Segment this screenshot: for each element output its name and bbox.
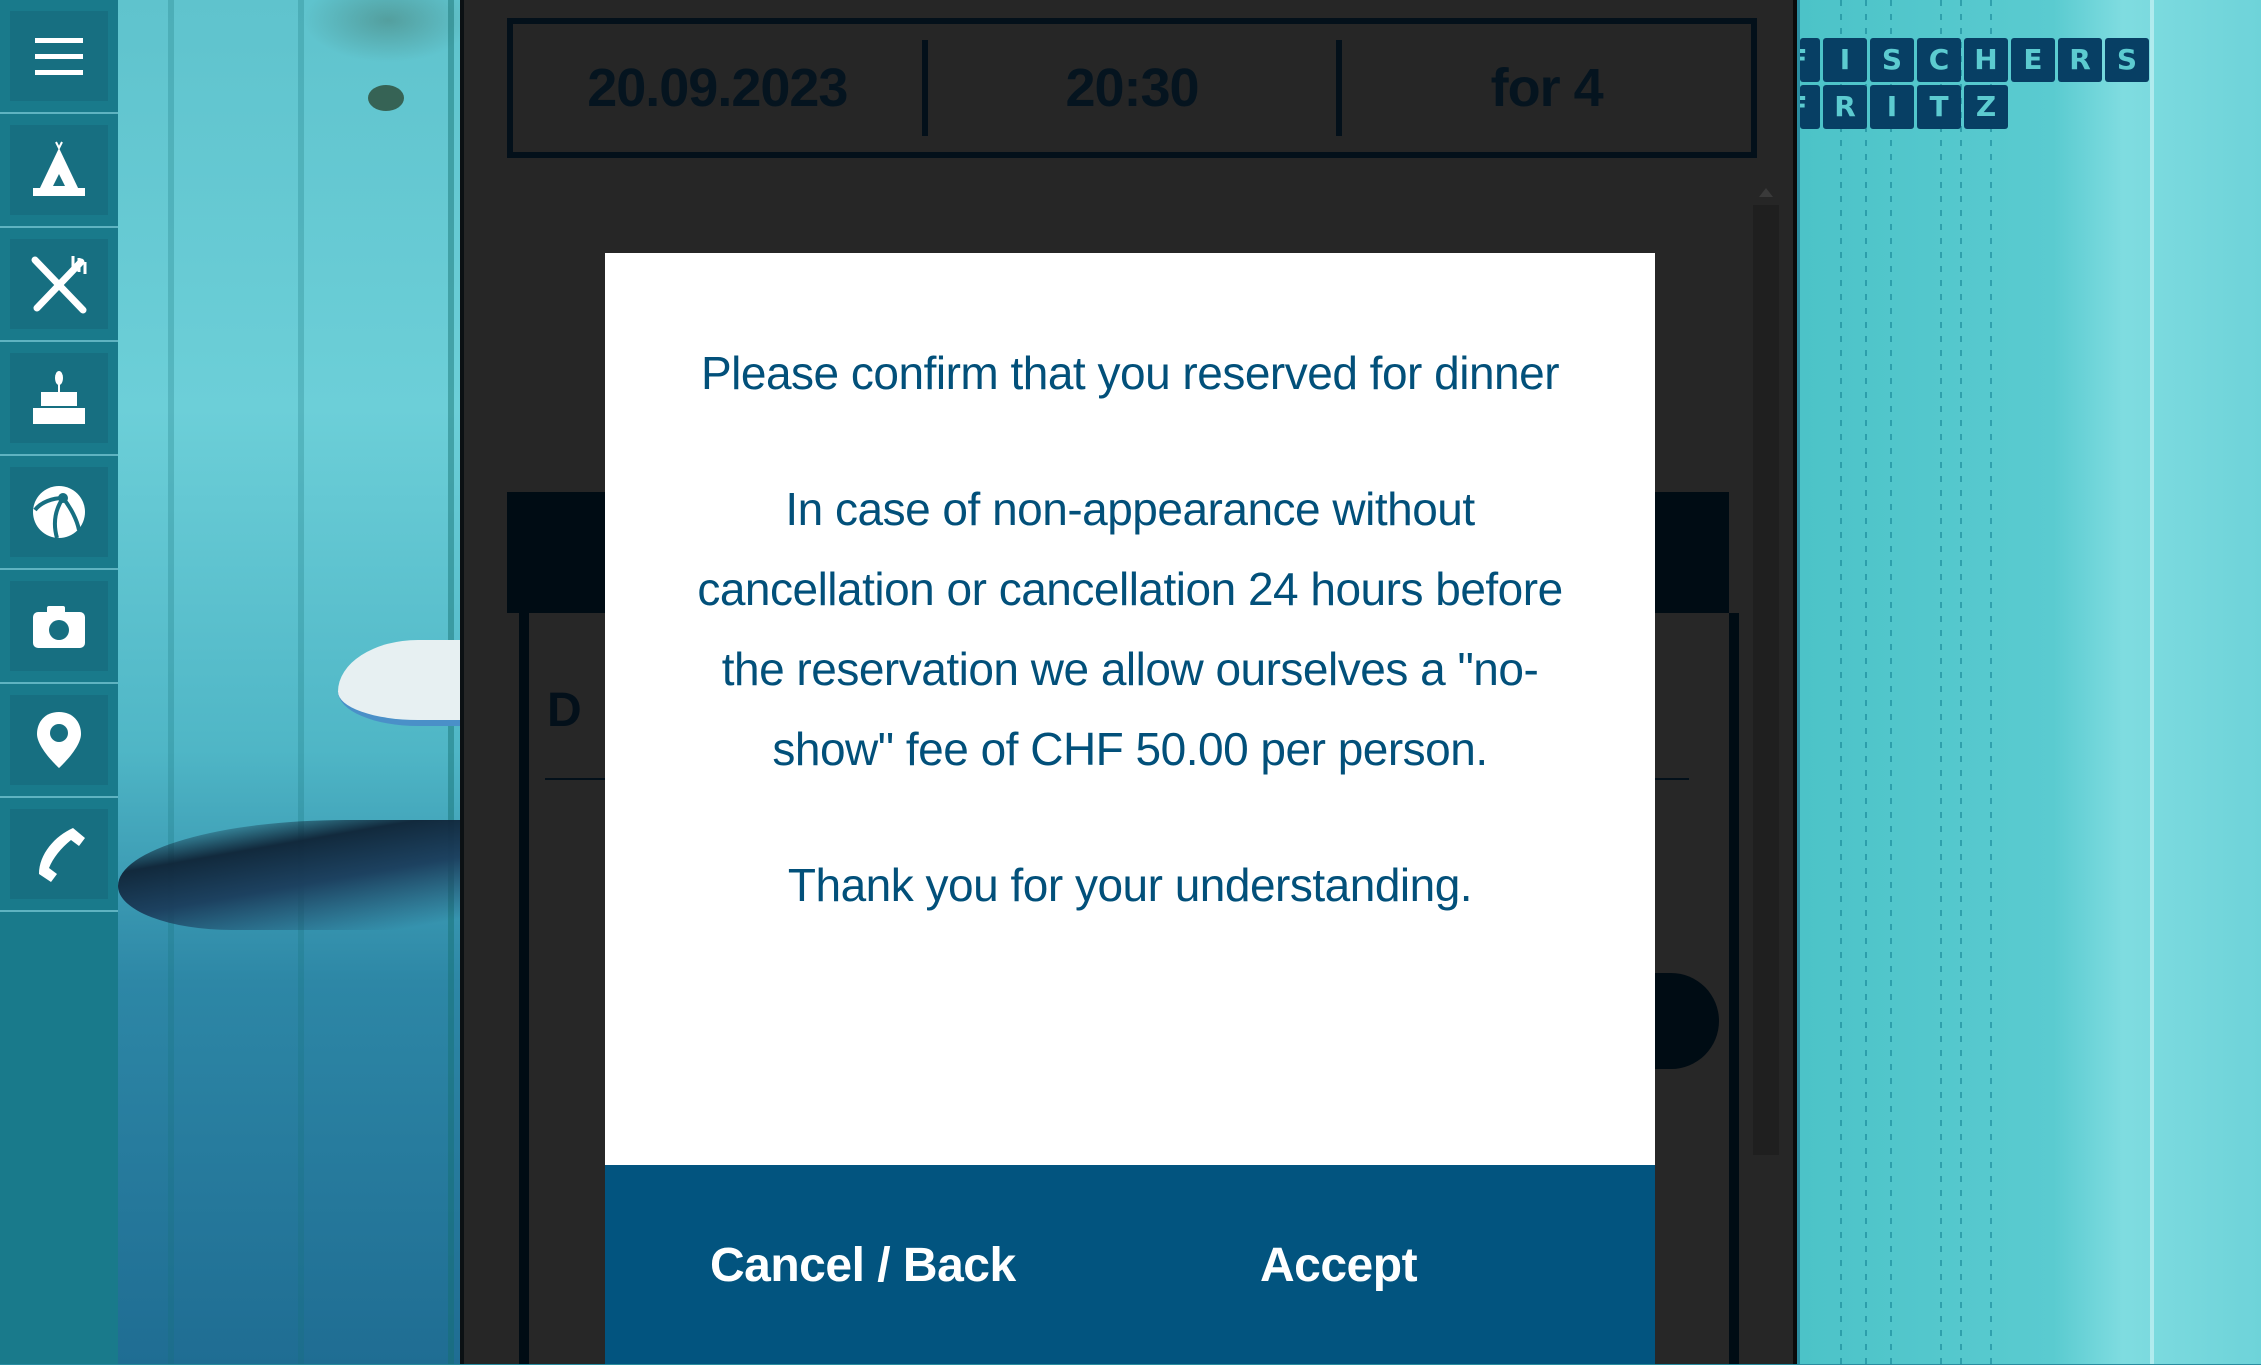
dialog-message: In case of non-appearance without cancel… <box>697 483 1563 775</box>
reservation-time: 20:30 <box>1065 58 1199 118</box>
sidebar-item-menu[interactable] <box>0 0 118 114</box>
scrollbar[interactable] <box>1753 205 1779 1155</box>
sidebar-tile <box>10 695 108 785</box>
sidebar-tile <box>10 11 108 101</box>
sidebar-item-camping[interactable] <box>0 114 118 228</box>
sidebar-item-gallery[interactable] <box>0 570 118 684</box>
reservation-date: 20.09.2023 <box>587 58 848 118</box>
logo-letter: T <box>1917 85 1961 129</box>
sidebar-tile <box>10 809 108 899</box>
sidebar-tile <box>10 581 108 671</box>
hamburger-menu-icon <box>35 38 83 75</box>
logo-letter: F <box>1800 85 1820 129</box>
reservation-summary: 20.09.2023 20:30 for 4 <box>507 18 1757 158</box>
logo-letter: R <box>2058 38 2102 82</box>
sidebar-tile <box>10 467 108 557</box>
background-spot <box>368 85 404 111</box>
cake-icon <box>33 371 85 424</box>
dialog-actions: Cancel / Back Accept <box>605 1165 1655 1364</box>
fork-knife-icon <box>31 256 87 314</box>
dialog-closing: Thank you for your understanding. <box>787 859 1473 911</box>
camera-icon <box>33 606 85 648</box>
dialog-title: Please confirm that you reserved for din… <box>700 347 1560 399</box>
logo-letter: S <box>1870 38 1914 82</box>
sidebar-tile <box>10 125 108 215</box>
form-field-label: D <box>547 684 582 737</box>
sidebar-item-contact[interactable] <box>0 798 118 912</box>
cancel-back-button[interactable]: Cancel / Back <box>605 1165 1105 1365</box>
logo-letter: S <box>2105 38 2149 82</box>
logo-line-1: F I S C H E R S <box>1800 38 2149 82</box>
no-show-confirmation-dialog: Please confirm that you reserved for din… <box>605 253 1655 1364</box>
background-art-left <box>118 0 460 1364</box>
logo-line-2: F R I T Z <box>1800 85 2149 129</box>
accept-button[interactable]: Accept <box>1105 1165 1655 1365</box>
beach-ball-icon <box>33 486 85 539</box>
sidebar-item-location[interactable] <box>0 684 118 798</box>
sidebar-item-beach[interactable] <box>0 456 118 570</box>
sidebar-tile <box>10 239 108 329</box>
sidebar-tile <box>10 353 108 443</box>
logo-letter: H <box>1964 38 2008 82</box>
logo-letter: E <box>2011 38 2055 82</box>
brand-logo[interactable]: F I S C H E R S F R I T Z <box>1800 38 2149 132</box>
logo-letter: C <box>1917 38 1961 82</box>
logo-letter: R <box>1823 85 1867 129</box>
logo-letter: I <box>1823 38 1867 82</box>
logo-letter: I <box>1870 85 1914 129</box>
logo-letter: F <box>1800 38 1820 82</box>
sidebar-item-events[interactable] <box>0 342 118 456</box>
scroll-up-arrow[interactable] <box>1759 188 1773 197</box>
sidebar-nav <box>0 0 118 1364</box>
logo-letter: Z <box>1964 85 2008 129</box>
map-pin-icon <box>37 712 81 768</box>
dialog-body: Please confirm that you reserved for din… <box>605 253 1655 925</box>
tent-icon <box>33 141 85 196</box>
background-art-right: F I S C H E R S F R I T Z <box>1800 0 2261 1364</box>
reservation-guests: for 4 <box>1490 58 1604 118</box>
sidebar-item-restaurant[interactable] <box>0 228 118 342</box>
background-bowl <box>338 640 460 726</box>
phone-icon <box>39 828 85 882</box>
